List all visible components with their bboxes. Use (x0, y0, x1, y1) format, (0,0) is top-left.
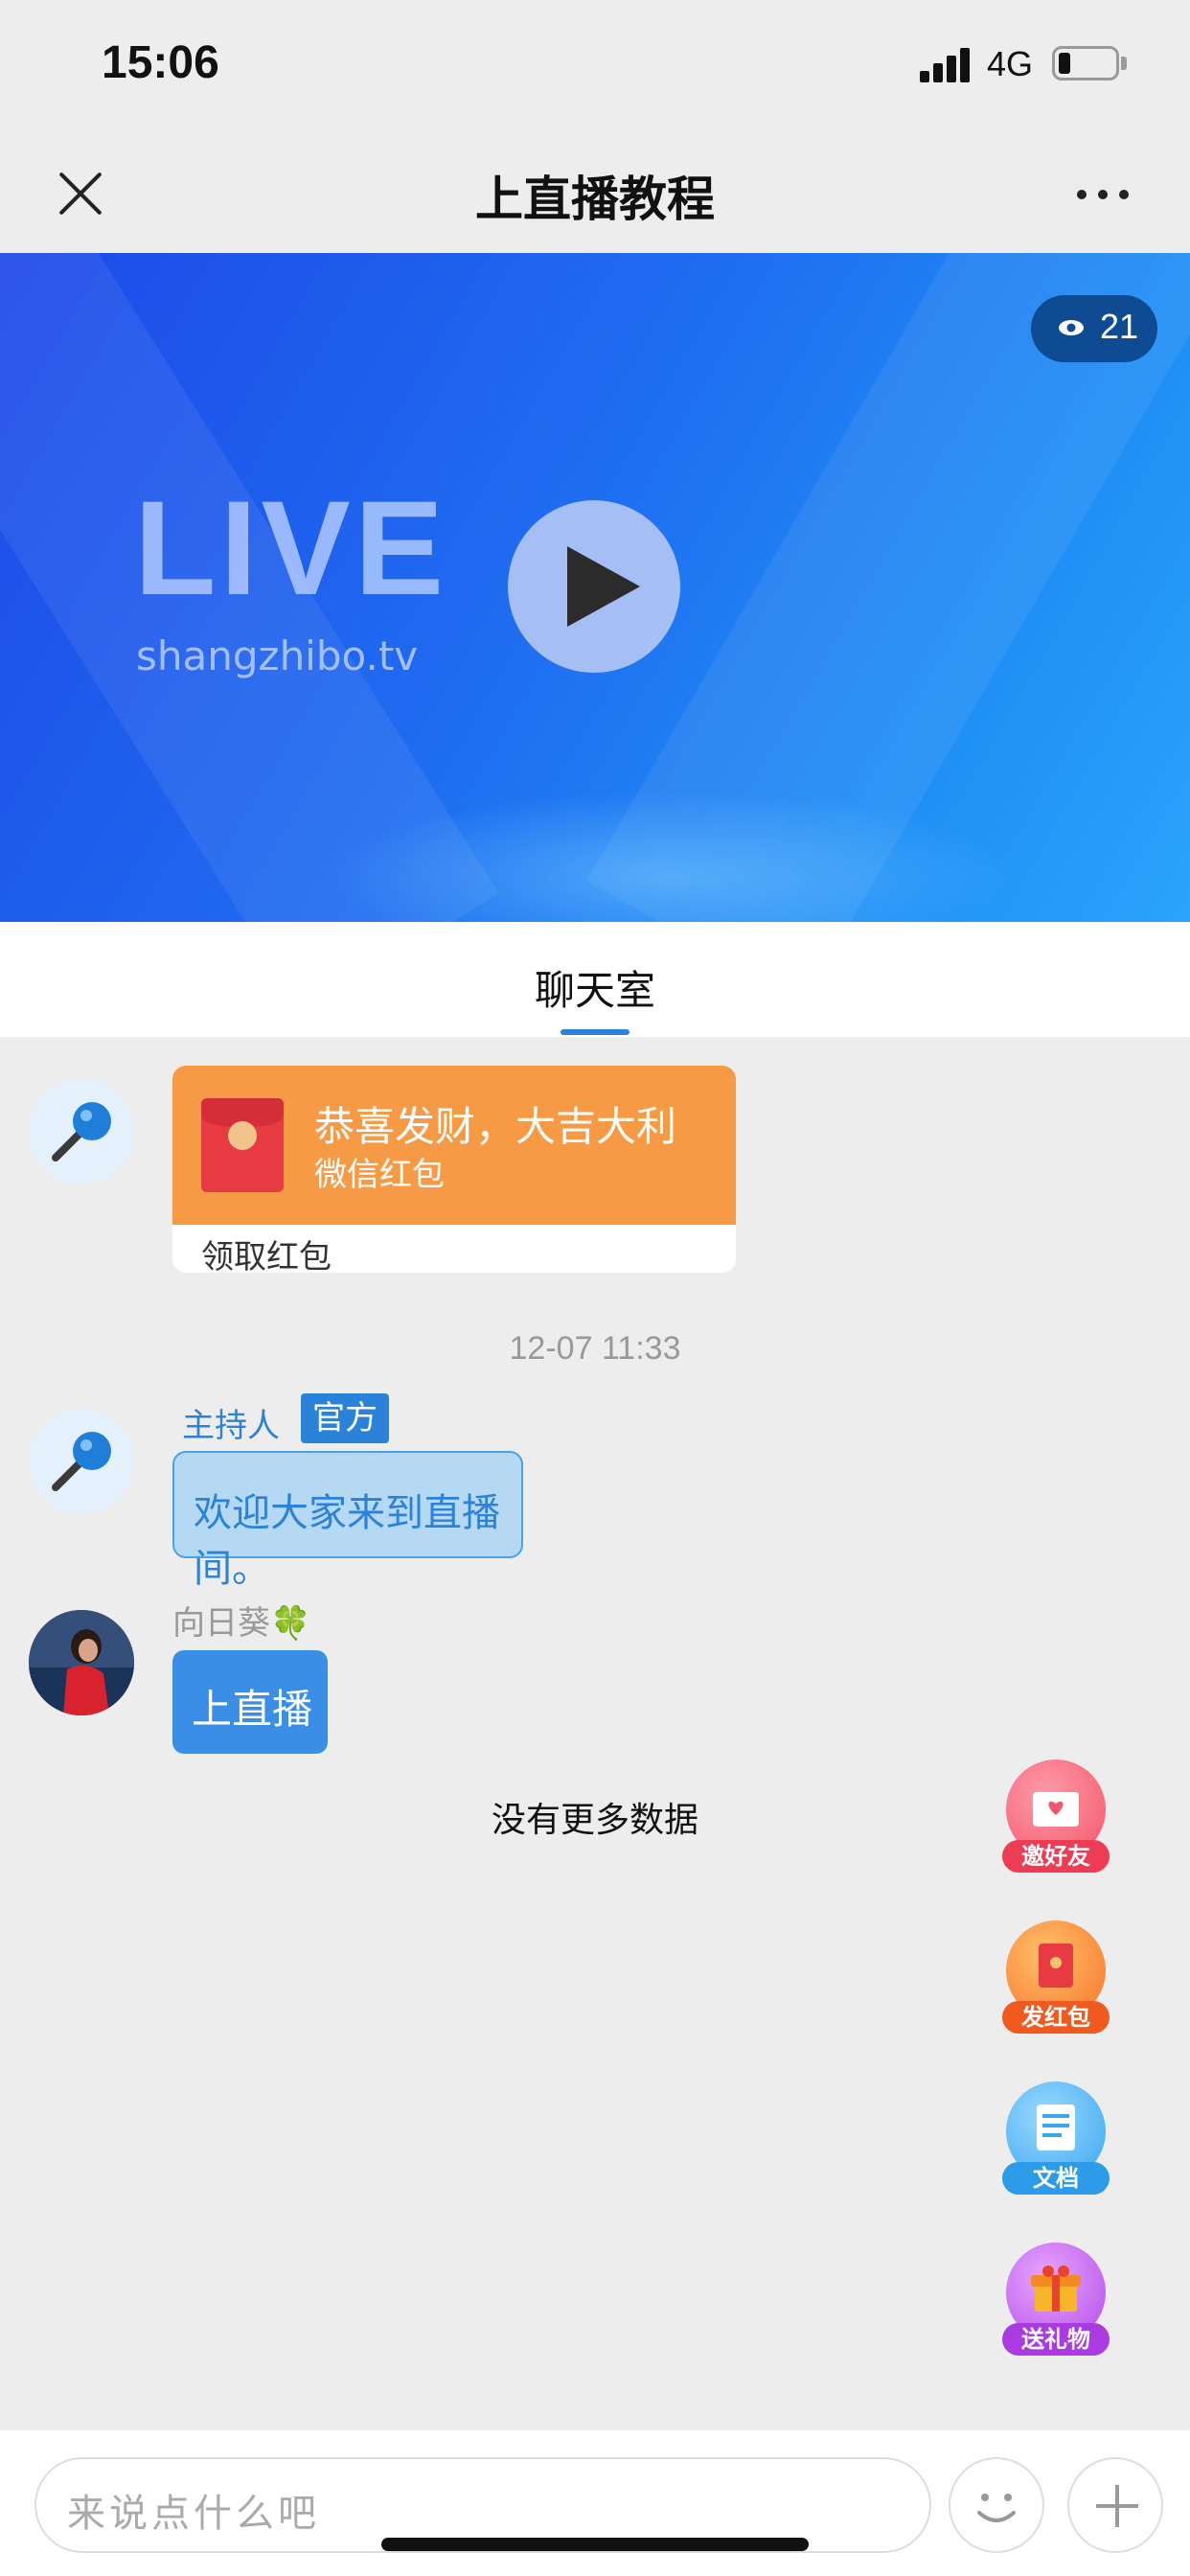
plus-icon[interactable] (1067, 2457, 1163, 2553)
battery-icon (1052, 46, 1119, 80)
status-bar: 15:06 4G (0, 0, 1190, 134)
nav-bar: 上直播教程 (0, 134, 1190, 253)
input-bar: 来说点什么吧 (0, 2430, 1190, 2576)
viewer-count-badge: 21 (1031, 295, 1157, 362)
play-icon (567, 546, 640, 627)
tab-bar: 聊天室 (0, 922, 1190, 1037)
sender-name: 主持人 (182, 1407, 280, 1445)
play-button[interactable] (508, 500, 680, 673)
network-label: 4G (987, 44, 1034, 83)
live-logo-site: shangzhibo.tv (136, 632, 419, 679)
emoji-button[interactable] (949, 2457, 1044, 2553)
microphone-icon (52, 1102, 111, 1162)
signal-icon (920, 48, 975, 82)
eye-icon (1059, 320, 1084, 335)
red-packet-icon (201, 1098, 284, 1192)
send-gift-button[interactable]: 送礼物 (1002, 2242, 1110, 2356)
more-icon[interactable] (1077, 182, 1138, 205)
avatar[interactable] (29, 1079, 134, 1184)
message-text: 欢迎大家来到直播间。 (194, 1491, 500, 1591)
fab-label: 邀好友 (1002, 1840, 1110, 1873)
claim-red-packet-link[interactable]: 领取红包 (201, 1230, 332, 1273)
chat-bubble: 上直播 (172, 1650, 328, 1754)
red-packet-title: 恭喜发财，大吉大利 (314, 1103, 677, 1150)
message-timestamp: 12-07 11:33 (509, 1330, 681, 1367)
avatar[interactable] (29, 1610, 134, 1715)
red-packet-subtitle: 微信红包 (314, 1156, 445, 1194)
video-player[interactable]: 21 LIVE shangzhibo.tv (0, 253, 1190, 922)
fab-label: 发红包 (1002, 2001, 1110, 2034)
fab-label: 送礼物 (1002, 2323, 1110, 2356)
tab-chatroom[interactable]: 聊天室 (0, 958, 1190, 1017)
red-packet-card[interactable]: 恭喜发财，大吉大利 微信红包 领取红包 (172, 1066, 736, 1273)
page-title: 上直播教程 (475, 172, 715, 227)
invite-friends-button[interactable]: 邀好友 (1002, 1760, 1110, 1873)
status-time: 15:06 (102, 37, 219, 88)
home-indicator (381, 2538, 809, 2551)
input-placeholder: 来说点什么吧 (67, 2492, 320, 2536)
smiley-icon (977, 2494, 1016, 2522)
red-packet-header: 恭喜发财，大吉大利 微信红包 (172, 1066, 736, 1225)
battery-tip (1121, 57, 1127, 70)
fab-label: 文档 (1002, 2162, 1110, 2195)
official-badge: 官方 (301, 1393, 389, 1443)
viewer-count: 21 (1100, 307, 1139, 346)
avatar[interactable] (29, 1409, 134, 1514)
documents-button[interactable]: 文档 (1002, 2082, 1110, 2195)
chat-bubble: 欢迎大家来到直播间。 (172, 1451, 523, 1591)
user-photo (29, 1610, 134, 1715)
tab-active-indicator (561, 1029, 629, 1035)
live-logo: LIVE (134, 472, 448, 623)
sender-name: 向日葵🍀 (172, 1604, 311, 1643)
message-text: 上直播 (192, 1686, 313, 1733)
send-red-packet-button[interactable]: 发红包 (1002, 1920, 1110, 2034)
microphone-icon (52, 1432, 111, 1491)
